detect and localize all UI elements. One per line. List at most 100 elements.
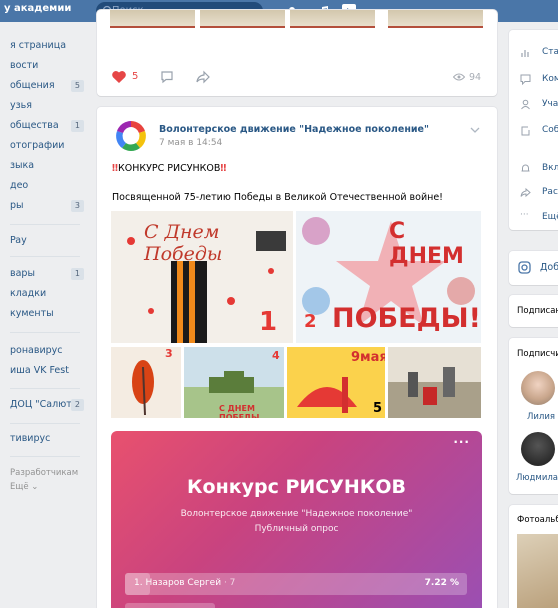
sidebar-item-goods[interactable]: вары 1 [0,265,90,283]
sidebar-item-messages[interactable]: общения 5 [0,77,90,95]
photo-3-number: 3 [165,347,173,360]
poll-widget: ··· Конкурс РИСУНКОВ Волонтерское движен… [111,431,482,608]
post-text-line-2: Посвященной 75-летию Победы в Великой От… [112,192,443,203]
community-avatar[interactable] [112,117,150,155]
comment-icon[interactable] [160,70,174,84]
sidebar-item-label: общения [10,80,55,91]
ellipsis-icon: ··· [520,210,529,220]
more-options-icon[interactable]: ··· [453,435,470,449]
sidebar-item-label: тивирус [10,433,51,444]
contest-photo-2[interactable]: С ДНЕМ ПОБЕДЫ! 2 [296,211,481,343]
previous-post-photo[interactable] [388,10,483,28]
sidebar-item-photos[interactable]: отографии [0,137,90,155]
share-icon [520,187,531,198]
previous-post-card: 5 94 [97,10,497,96]
sidebar-item-label: иша VK Fest [10,365,69,376]
sidebar-item-news[interactable]: вости [0,57,90,75]
right-menu-members[interactable]: Уча [542,99,558,109]
poll-option-1-percent: 7.22 % [424,578,459,588]
subscriber-avatar[interactable] [521,371,555,405]
photo-5-caption: 9мая [351,350,385,365]
sidebar-item-doc-salut[interactable]: ДОЦ "Салют" 2 [0,396,90,414]
contest-photo-5[interactable]: 9мая 5 [287,347,385,418]
poll-option-1[interactable]: 1. Назаров Сергей · 7 7.22 % [125,573,467,595]
poll-organizer: Волонтерское движение "Надежное поколени… [180,509,413,519]
sidebar-item-bookmarks[interactable]: кладки [0,285,90,303]
sidebar-item-label: ДОЦ "Салют" [10,399,77,410]
more-link[interactable]: Ещё ⌄ [0,482,90,492]
vk-logo-text[interactable]: у академии [4,3,71,14]
right-menu-notifications[interactable]: Вкл [542,163,558,173]
sidebar-item-games[interactable]: ры 3 [0,197,90,215]
sidebar-item-coronavirus[interactable]: ронавирус [0,342,90,360]
subscribers-heading[interactable]: Подписчи [517,349,558,359]
post-date[interactable]: 7 мая в 14:54 [159,138,222,148]
sidebar-item-video[interactable]: део [0,177,90,195]
right-menu-stats[interactable]: Ста [542,47,558,57]
photo-1-caption: С Днем Победы [144,221,223,265]
post-headline: КОНКУРС РИСУНКОВ [117,163,221,174]
sidebar-item-vkfest[interactable]: иша VK Fest [0,362,90,380]
right-menu-more[interactable]: Ещё [542,212,558,222]
previous-post-photo[interactable] [200,10,285,28]
photo-2-caption-top: С ДНЕМ [389,219,464,269]
poll-title: Конкурс РИСУНКОВ [187,476,406,498]
sidebar-item-communities[interactable]: обществa 1 [0,117,90,135]
album-cover[interactable] [517,534,558,608]
double-exclamation-icon: ‼ [220,163,227,174]
photo-4-caption: С ДНЕМ ПОБЕДЫ [219,404,260,418]
photo-2-number: 2 [304,311,317,332]
sidebar-item-label: кументы [10,308,54,319]
chevron-down-icon[interactable] [470,127,480,134]
sidebar-item-vkpay[interactable]: Pay [0,232,90,250]
games-count-badge: 3 [70,200,84,212]
stats-icon [521,50,529,57]
sidebar-item-label: узья [10,100,32,111]
instagram-icon [518,261,531,274]
subscriber-avatar[interactable] [521,432,555,466]
contest-photo-1[interactable]: С Днем Победы 1 [111,211,293,343]
like-count: 5 [132,71,139,82]
sidebar-item-music[interactable]: зыка [0,157,90,175]
subscribed-label[interactable]: Подписан [517,306,558,316]
views-count: 94 [469,72,482,83]
views-eye-icon [453,73,465,81]
sidebar-divider [10,256,80,257]
contest-photo-6[interactable] [388,347,481,418]
sidebar-item-label: отографии [10,140,65,151]
sidebar-divider [10,423,80,424]
sidebar-item-my-page[interactable]: я страница [0,37,90,55]
sidebar-divider [10,332,80,333]
albums-heading[interactable]: Фотоальб [517,515,558,525]
share-icon[interactable] [195,70,211,84]
bell-icon [521,164,530,172]
right-menu-comments[interactable]: Ком [542,74,558,84]
events-icon [521,126,530,136]
poll-option-2[interactable] [125,603,215,608]
like-heart-icon[interactable] [111,70,127,84]
sidebar-item-label: обществa [10,120,59,131]
post-author-link[interactable]: Волонтерское движение "Надежное поколени… [159,124,429,135]
sidebar-item-label: Pay [10,235,27,246]
sidebar-item-label: ронавирус [10,345,63,356]
previous-post-photo[interactable] [110,10,195,28]
sidebar-item-documents[interactable]: кументы [0,305,90,323]
right-menu-events[interactable]: Соб [542,125,558,135]
developers-link[interactable]: Разработчикам [0,468,90,478]
sidebar-item-label: вости [10,60,39,71]
right-menu-share[interactable]: Рас [542,187,558,197]
subscriber-name[interactable]: Лилия [527,412,555,422]
photo-1-number: 1 [259,307,278,337]
previous-post-photo[interactable] [290,10,375,28]
sidebar-item-friends[interactable]: узья [0,97,90,115]
salut-count-badge: 2 [70,399,84,411]
post-text-line-1: ‼КОНКУРС РИСУНКОВ‼ [112,163,226,174]
subscriber-name[interactable]: Людмила [516,473,558,483]
contest-photo-3[interactable]: 3 [111,347,181,418]
communities-count-badge: 1 [70,120,84,132]
instagram-add-link[interactable]: Доб [540,262,558,273]
photo-5-number: 5 [373,401,383,416]
poll-option-1-count: · 7 [223,578,236,588]
sidebar-item-antivirus[interactable]: тивирус [0,430,90,448]
contest-photo-4[interactable]: С ДНЕМ ПОБЕДЫ 4 [184,347,284,418]
